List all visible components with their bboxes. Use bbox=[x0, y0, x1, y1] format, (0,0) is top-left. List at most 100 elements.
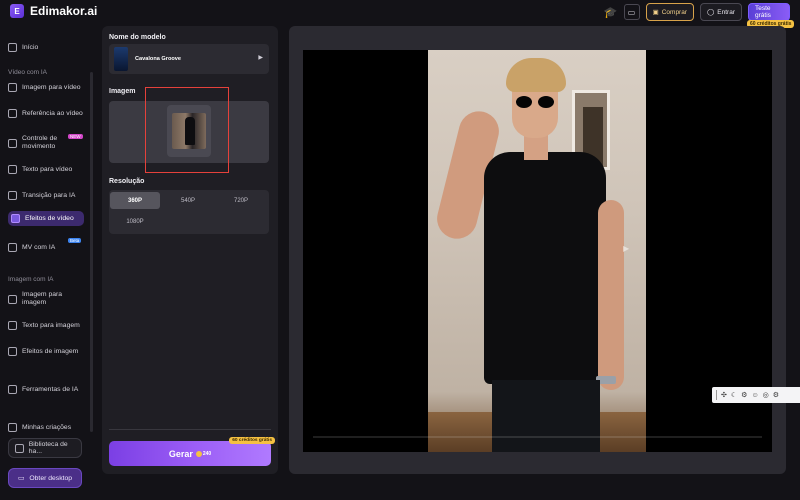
toolbar-divider bbox=[716, 390, 717, 400]
sidebar-item-label: Efeitos de vídeo bbox=[25, 214, 74, 222]
generate-free-badge: 60 créditos grátis bbox=[229, 437, 275, 444]
sidebar-item-video-reference[interactable]: Referência ao vídeo bbox=[8, 109, 84, 118]
try-free-button[interactable]: Teste grátis 60 créditos grátis bbox=[747, 3, 795, 28]
login-label: Entrar bbox=[717, 8, 735, 16]
sidebar-item-video-effects[interactable]: Efeitos de vídeo bbox=[8, 211, 84, 226]
get-desktop-button[interactable]: ▭ Obter desktop bbox=[8, 468, 82, 488]
sidebar-item-label: Transição para IA bbox=[22, 191, 76, 199]
buy-button[interactable]: ▣ Comprar bbox=[645, 3, 695, 21]
capture-icon[interactable]: ◎ bbox=[763, 391, 769, 399]
beta-tag: Beta bbox=[68, 238, 82, 243]
lower-arm-shape bbox=[598, 200, 624, 390]
sidebar-item-label: Texto para vídeo bbox=[22, 165, 73, 173]
highlight-box bbox=[145, 87, 229, 173]
top-actions: 🎓 ▭ ▣ Comprar ◯ Entrar Teste grátis 60 c… bbox=[604, 3, 795, 28]
model-name: Cavalona Groove bbox=[135, 56, 182, 62]
motion-icon bbox=[8, 138, 17, 148]
sidebar-item-label: Texto para imagem bbox=[22, 321, 80, 329]
lens-left bbox=[516, 96, 532, 108]
resolution-720p[interactable]: 720P bbox=[216, 192, 266, 209]
login-button[interactable]: ◯ Entrar bbox=[700, 3, 742, 21]
resolution-1080p[interactable]: 1080P bbox=[110, 213, 160, 230]
video-timeline[interactable] bbox=[313, 436, 762, 438]
desktop-icon: ▭ bbox=[17, 475, 25, 482]
effects-icon bbox=[11, 214, 20, 223]
sidebar-item-ai-tools[interactable]: Ferramentas de IA bbox=[8, 385, 84, 394]
panel-divider bbox=[109, 429, 271, 430]
user-icon: ◯ bbox=[707, 9, 715, 16]
section-image-label: Imagem com IA bbox=[8, 276, 54, 283]
coin-icon bbox=[195, 450, 202, 457]
puzzle-icon[interactable]: ✣ bbox=[721, 391, 727, 399]
settings-icon[interactable]: ⚙ bbox=[741, 391, 747, 399]
sidebar-item-label: Início bbox=[22, 43, 39, 51]
gear-icon[interactable]: ⚙ bbox=[773, 391, 779, 399]
text-video-icon bbox=[8, 165, 17, 174]
sidebar-item-label: Imagem para imagem bbox=[22, 291, 63, 306]
image-label: Imagem bbox=[109, 88, 136, 95]
library-icon bbox=[15, 443, 24, 453]
sidebar-item-text-to-video[interactable]: Texto para vídeo bbox=[8, 165, 84, 174]
cart-icon: ▣ bbox=[652, 9, 659, 16]
resolution-360p[interactable]: 360P bbox=[110, 192, 160, 209]
sidebar: Início Vídeo com IA Imagem para vídeo Re… bbox=[0, 32, 94, 500]
generate-cost: 240 bbox=[195, 450, 212, 457]
sidebar-scrollbar[interactable] bbox=[90, 72, 93, 432]
sidebar-item-ai-transition[interactable]: Transição para IA bbox=[8, 191, 84, 200]
sidebar-item-image-to-video[interactable]: Imagem para vídeo bbox=[8, 83, 84, 92]
app-logo[interactable]: E Edimakor.ai bbox=[10, 4, 97, 18]
get-desktop-label: Obter desktop bbox=[29, 474, 73, 482]
lens-right bbox=[538, 96, 554, 108]
sidebar-item-label: Minhas criações bbox=[22, 423, 72, 431]
monitor-icon[interactable]: ▭ bbox=[623, 4, 640, 20]
preview-area: ▶ bbox=[289, 26, 786, 474]
top-bar: E Edimakor.ai 🎓 ▭ ▣ Comprar ◯ Entrar Tes… bbox=[0, 0, 800, 28]
mv-icon bbox=[8, 243, 17, 252]
logo-icon: E bbox=[10, 4, 24, 18]
app-name: Edimakor.ai bbox=[30, 4, 98, 18]
resolution-label: Resolução bbox=[109, 178, 145, 185]
sidebar-item-ai-mv[interactable]: MV com IA bbox=[8, 243, 84, 252]
torso-shape bbox=[484, 152, 606, 384]
image-image-icon bbox=[8, 294, 17, 304]
generate-cost-value: 240 bbox=[202, 450, 212, 457]
settings-panel: Nome do modelo Cavalona Groove ▶ Imagem … bbox=[102, 26, 278, 474]
buy-label: Comprar bbox=[661, 8, 688, 16]
resolution-540p[interactable]: 540P bbox=[163, 192, 213, 209]
sidebar-item-image-to-image[interactable]: Imagem para imagem bbox=[8, 291, 84, 307]
model-label: Nome do modelo bbox=[109, 34, 166, 41]
model-thumbnail bbox=[114, 47, 128, 71]
text-image-icon bbox=[8, 321, 17, 330]
graduation-cap-icon[interactable]: 🎓 bbox=[604, 4, 618, 20]
chevron-right-icon: ▶ bbox=[258, 55, 263, 61]
home-icon bbox=[8, 43, 17, 52]
reference-icon bbox=[8, 109, 17, 118]
generate-label: Gerar bbox=[168, 448, 193, 459]
hair-shape bbox=[506, 58, 566, 92]
folder-icon bbox=[8, 423, 17, 432]
sidebar-item-my-creations[interactable]: Minhas criações bbox=[8, 423, 84, 432]
sidebar-item-text-to-image[interactable]: Texto para imagem bbox=[8, 321, 84, 330]
sunglasses-shape bbox=[516, 96, 556, 108]
sidebar-item-image-effects[interactable]: Efeitos de imagem bbox=[8, 347, 84, 356]
library-button[interactable]: Biblioteca de ha... bbox=[8, 438, 82, 458]
floating-toolbar: ✣ ☾ ⚙ ☺ ◎ ⚙ bbox=[712, 387, 800, 403]
robot-icon[interactable]: ☺ bbox=[751, 392, 758, 399]
sidebar-item-home[interactable]: Início bbox=[8, 43, 84, 52]
moon-icon[interactable]: ☾ bbox=[731, 391, 737, 399]
jeans-shape bbox=[492, 380, 600, 452]
transition-icon bbox=[8, 191, 17, 200]
resolution-selector: 360P 540P 720P 1080P bbox=[109, 190, 269, 234]
video-preview[interactable]: ▶ bbox=[303, 50, 772, 452]
sidebar-item-label: Ferramentas de IA bbox=[22, 385, 79, 393]
section-video-label: Vídeo com IA bbox=[8, 69, 48, 76]
sidebar-item-label: Referência ao vídeo bbox=[22, 109, 83, 117]
sidebar-item-label: Efeitos de imagem bbox=[22, 347, 79, 355]
generate-button[interactable]: Gerar 240 60 créditos grátis bbox=[109, 437, 275, 466]
new-tag: NEW bbox=[68, 134, 83, 139]
image-effects-icon bbox=[8, 347, 17, 356]
play-icon[interactable]: ▶ bbox=[623, 244, 629, 253]
model-selector[interactable]: Cavalona Groove ▶ bbox=[109, 44, 269, 74]
sidebar-item-label: MV com IA bbox=[22, 243, 56, 251]
image-video-icon bbox=[8, 83, 17, 92]
